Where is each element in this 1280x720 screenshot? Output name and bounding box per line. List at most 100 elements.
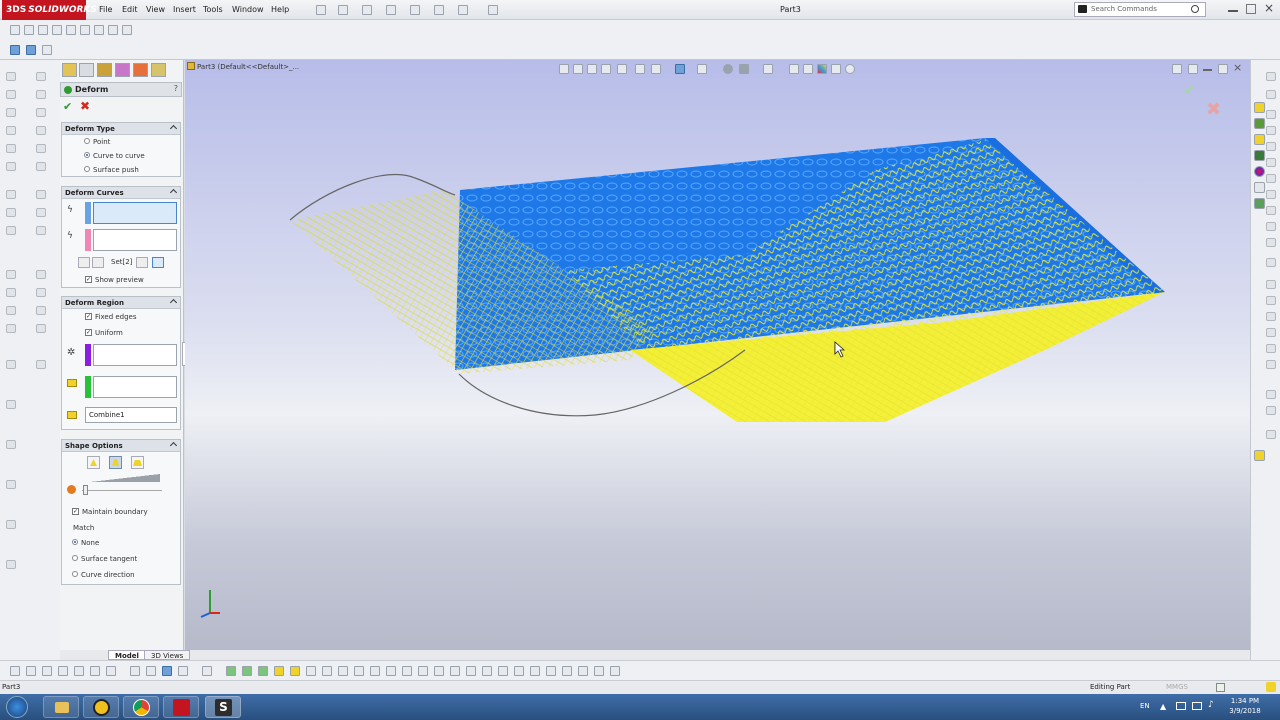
menu-tools[interactable]: Tools <box>203 0 223 20</box>
filter-icon[interactable] <box>130 666 140 676</box>
tool-icon[interactable] <box>36 288 46 297</box>
display-icon[interactable] <box>42 45 52 55</box>
filter-icon[interactable] <box>338 666 348 676</box>
filter-icon[interactable] <box>546 666 556 676</box>
tool-icon[interactable] <box>6 360 16 369</box>
filter-icon[interactable] <box>594 666 604 676</box>
tool-icon[interactable] <box>74 666 84 676</box>
tray-expand-icon[interactable]: ▲ <box>1160 702 1166 711</box>
language-indicator[interactable]: EN <box>1140 702 1150 710</box>
chamfer-icon[interactable] <box>94 25 104 35</box>
tool-icon[interactable] <box>36 324 46 333</box>
options-icon[interactable] <box>488 5 498 15</box>
tool-icon[interactable] <box>36 108 46 117</box>
tool-icon[interactable] <box>36 72 46 81</box>
restore-icon[interactable] <box>1246 4 1256 14</box>
tool-icon[interactable] <box>36 90 46 99</box>
tool-icon[interactable] <box>6 126 16 135</box>
design-library-icon[interactable] <box>1254 118 1265 129</box>
shell-icon[interactable] <box>108 25 118 35</box>
remove-set-button[interactable] <box>92 257 104 268</box>
minimize-icon[interactable] <box>1228 4 1238 12</box>
match-surface-tangent-radio[interactable]: Surface tangent <box>72 554 137 564</box>
filter-icon[interactable] <box>386 666 396 676</box>
network-icon[interactable] <box>1176 702 1186 710</box>
help-icon[interactable]: ? <box>174 84 178 93</box>
tool-icon[interactable] <box>90 666 100 676</box>
new-icon[interactable] <box>316 5 326 15</box>
tool-icon[interactable] <box>6 400 16 409</box>
arc-icon[interactable] <box>1266 174 1276 183</box>
config-tab[interactable] <box>97 63 112 77</box>
sketch-tool-icon[interactable] <box>1266 72 1276 81</box>
filter-icon[interactable] <box>242 666 252 676</box>
menu-file[interactable]: File <box>99 0 112 20</box>
shape-options-header[interactable]: Shape Options <box>62 440 180 452</box>
explorer-taskbar-button[interactable] <box>43 696 79 718</box>
deform-region-header[interactable]: Deform Region <box>62 297 180 309</box>
ellipse-icon[interactable] <box>1266 206 1276 215</box>
match-none-radio[interactable]: None <box>72 538 99 548</box>
toolbox-icon[interactable] <box>1254 198 1265 209</box>
accuracy-slider-track[interactable] <box>82 490 162 491</box>
filter-icon[interactable] <box>402 666 412 676</box>
display-icon[interactable] <box>1192 702 1202 710</box>
quick-snaps-icon[interactable] <box>1266 430 1276 439</box>
stiffness-max-icon[interactable] <box>131 456 144 469</box>
filter-icon[interactable] <box>226 666 236 676</box>
tool-icon[interactable] <box>6 306 16 315</box>
filter-icon[interactable] <box>434 666 444 676</box>
filter-icon[interactable] <box>202 666 212 676</box>
target-curves-box[interactable] <box>93 229 177 251</box>
filter-icon[interactable] <box>562 666 572 676</box>
deform-type-point[interactable]: Point <box>84 137 110 147</box>
tool-icon[interactable] <box>36 190 46 199</box>
stiffness-min-icon[interactable] <box>87 456 100 469</box>
filter-icon[interactable] <box>322 666 332 676</box>
tab-model[interactable]: Model <box>108 650 146 660</box>
filter-icon[interactable] <box>498 666 508 676</box>
line-icon[interactable] <box>1266 110 1276 119</box>
filter-icon[interactable] <box>258 666 268 676</box>
filter-icon[interactable] <box>354 666 364 676</box>
start-button[interactable] <box>6 696 28 718</box>
tool-icon[interactable] <box>6 288 16 297</box>
system-clock[interactable]: 1:34 PM 3/9/2018 <box>1226 696 1264 716</box>
filter-icon[interactable] <box>146 666 156 676</box>
graphics-area[interactable]: Part3 (Default<<Default>_... × ✔ ✖ <box>185 60 1250 650</box>
solidworks-logo[interactable]: 3DS SOLIDWORKS <box>2 0 97 20</box>
tool-icon[interactable] <box>6 520 16 529</box>
ok-icon[interactable]: ✔ <box>63 100 72 113</box>
tool-icon[interactable] <box>58 666 68 676</box>
menu-edit[interactable]: Edit <box>122 0 138 20</box>
convert-icon[interactable] <box>1266 296 1276 305</box>
offset-icon[interactable] <box>1266 312 1276 321</box>
filter-icon[interactable] <box>466 666 476 676</box>
section-icon[interactable] <box>26 45 36 55</box>
rebuild-status-icon[interactable] <box>1216 683 1225 692</box>
view-palette-icon[interactable] <box>1254 150 1265 161</box>
rebuild-icon[interactable] <box>458 5 468 15</box>
deform-type-curve[interactable]: Curve to curve <box>84 151 145 161</box>
stiffness-medium-icon[interactable] <box>109 456 122 469</box>
menu-help[interactable]: Help <box>271 0 289 20</box>
filter-icon[interactable] <box>370 666 380 676</box>
slot-icon[interactable] <box>1266 142 1276 151</box>
filter-icon[interactable] <box>306 666 316 676</box>
circle-icon[interactable] <box>1266 158 1276 167</box>
tool-icon[interactable] <box>6 270 16 279</box>
property-tab[interactable] <box>79 63 94 77</box>
resources-icon[interactable] <box>1254 102 1265 113</box>
deform-curves-header[interactable]: Deform Curves <box>62 187 180 199</box>
tool-icon[interactable] <box>6 560 16 569</box>
filter-icon[interactable] <box>482 666 492 676</box>
chrome-taskbar-button[interactable] <box>123 696 159 718</box>
sketch-tool-icon[interactable] <box>1266 90 1276 99</box>
previous-set-button[interactable] <box>78 257 90 268</box>
pattern-icon[interactable] <box>122 25 132 35</box>
spline-icon[interactable] <box>1266 190 1276 199</box>
filter-icon[interactable] <box>530 666 540 676</box>
menu-insert[interactable]: Insert <box>173 0 196 20</box>
custom-properties-icon[interactable] <box>1254 182 1265 193</box>
tool-icon[interactable] <box>36 208 46 217</box>
